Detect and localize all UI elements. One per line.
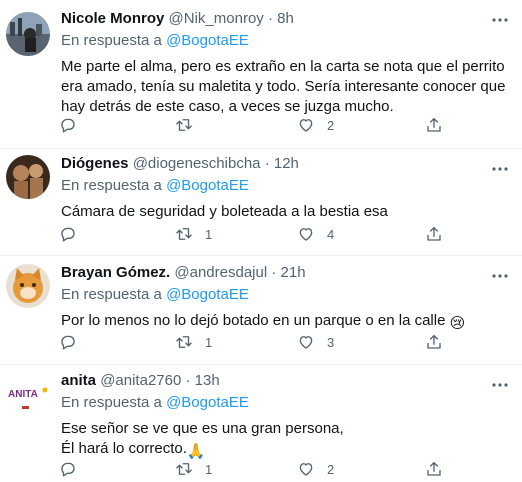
display-name[interactable]: Nicole Monroy [61,10,164,27]
retweet-icon [176,336,192,348]
heart-icon [299,463,313,476]
like-count: 3 [327,334,335,350]
tweet-header: Brayan Gómez. @andresdajul · 21h [61,263,512,283]
tweet[interactable]: Diógenes @diogeneschibcha · 12h En respu… [0,149,522,256]
display-name[interactable]: Brayan Gómez. [61,264,170,281]
heart-icon [299,119,313,132]
tweet-text: Me parte el alma, pero es extraño en la … [61,58,506,115]
reply-mention-link[interactable]: @BogotaEE [166,394,249,411]
share-icon [427,117,441,132]
reply-icon [61,462,75,477]
separator-dot: · [267,10,273,27]
retweet-icon [176,119,192,131]
reply-prefix: En respuesta a [61,286,162,303]
separator-dot: · [271,264,277,281]
retweet-count: 1 [205,226,213,242]
user-handle[interactable]: @andresdajul [174,264,267,281]
avatar[interactable] [6,264,50,308]
retweet-button[interactable]: 1 [175,327,212,357]
tweet-body: Diógenes @diogeneschibcha · 12h En respu… [61,154,512,222]
heart-icon [299,336,313,349]
more-options-icon[interactable] [488,10,512,30]
like-button[interactable]: 3 [297,327,334,357]
like-count: 2 [327,461,335,477]
retweet-button[interactable]: 1 [175,219,212,249]
reply-button[interactable] [59,454,77,482]
more-options-icon[interactable] [488,375,512,395]
separator-dot: · [185,372,191,389]
avatar[interactable]: ANITA [6,373,50,417]
reply-context: En respuesta a @BogotaEE [61,285,512,305]
heart-icon [299,228,313,241]
retweet-count: 1 [205,461,213,477]
tweet-text-line: Ese señor se ve que es una gran persona, [61,420,344,437]
more-options-icon[interactable] [488,159,512,179]
tweet[interactable]: Brayan Gómez. @andresdajul · 21h En resp… [0,256,522,365]
reply-mention-link[interactable]: @BogotaEE [166,32,249,49]
tweet-body: Nicole Monroy @Nik_monroy · 8h En respue… [61,9,512,117]
avatar[interactable] [6,155,50,199]
share-icon [427,334,441,349]
retweet-icon [176,463,192,475]
share-icon [427,461,441,476]
tweet-actions: 1 3 [51,327,451,357]
tweet-header: anita @anita2760 · 13h [61,371,512,391]
reply-mention-link[interactable]: @BogotaEE [166,286,249,303]
reply-button[interactable] [59,327,77,357]
retweet-button[interactable] [175,110,205,140]
crying-face-emoji: 😢 [449,315,466,332]
tweet-actions: 1 2 [51,454,451,482]
reply-context: En respuesta a @BogotaEE [61,176,512,196]
retweet-button[interactable]: 1 [175,454,212,482]
share-button[interactable] [425,454,443,482]
share-button[interactable] [425,110,443,140]
like-button[interactable]: 2 [297,110,334,140]
reply-prefix: En respuesta a [61,32,162,49]
tweet[interactable]: Nicole Monroy @Nik_monroy · 8h En respue… [0,0,522,149]
reply-mention-link[interactable]: @BogotaEE [166,177,249,194]
display-name[interactable]: anita [61,372,96,389]
tweet-body: anita @anita2760 · 13h En respuesta a @B… [61,371,512,462]
like-button[interactable]: 2 [297,454,334,482]
timestamp[interactable]: 13h [195,372,220,389]
timestamp[interactable]: 21h [281,264,306,281]
retweet-count: 1 [205,334,213,350]
user-handle[interactable]: @diogeneschibcha [133,155,261,172]
user-handle[interactable]: @Nik_monroy [169,10,264,27]
tweet-actions: 2 [51,110,451,140]
like-count: 2 [327,117,335,133]
svg-text:ANITA: ANITA [8,389,38,400]
timestamp[interactable]: 8h [277,10,294,27]
share-button[interactable] [425,219,443,249]
reply-feed: Nicole Monroy @Nik_monroy · 8h En respue… [0,0,522,482]
display-name[interactable]: Diógenes [61,155,129,172]
tweet-actions: 1 4 [51,219,451,249]
tweet-header: Nicole Monroy @Nik_monroy · 8h [61,9,512,29]
like-button[interactable]: 4 [297,219,334,249]
tweet-header: Diógenes @diogeneschibcha · 12h [61,154,512,174]
reply-context: En respuesta a @BogotaEE [61,393,512,413]
reply-button[interactable] [59,110,77,140]
timestamp[interactable]: 12h [274,155,299,172]
reply-prefix: En respuesta a [61,394,162,411]
reply-prefix: En respuesta a [61,177,162,194]
avatar[interactable] [6,12,50,56]
tweet[interactable]: ANITA anita @anita2760 · 13h En respuest… [0,365,522,482]
user-handle[interactable]: @anita2760 [100,372,181,389]
reply-icon [61,227,75,242]
reply-icon [61,118,75,133]
reply-button[interactable] [59,219,77,249]
share-icon [427,226,441,241]
reply-context: En respuesta a @BogotaEE [61,31,512,51]
like-count: 4 [327,226,335,242]
more-options-icon[interactable] [488,266,512,286]
tweet-body: Brayan Gómez. @andresdajul · 21h En resp… [61,263,512,334]
separator-dot: · [264,155,270,172]
share-button[interactable] [425,327,443,357]
reply-icon [61,335,75,350]
retweet-icon [176,228,192,240]
